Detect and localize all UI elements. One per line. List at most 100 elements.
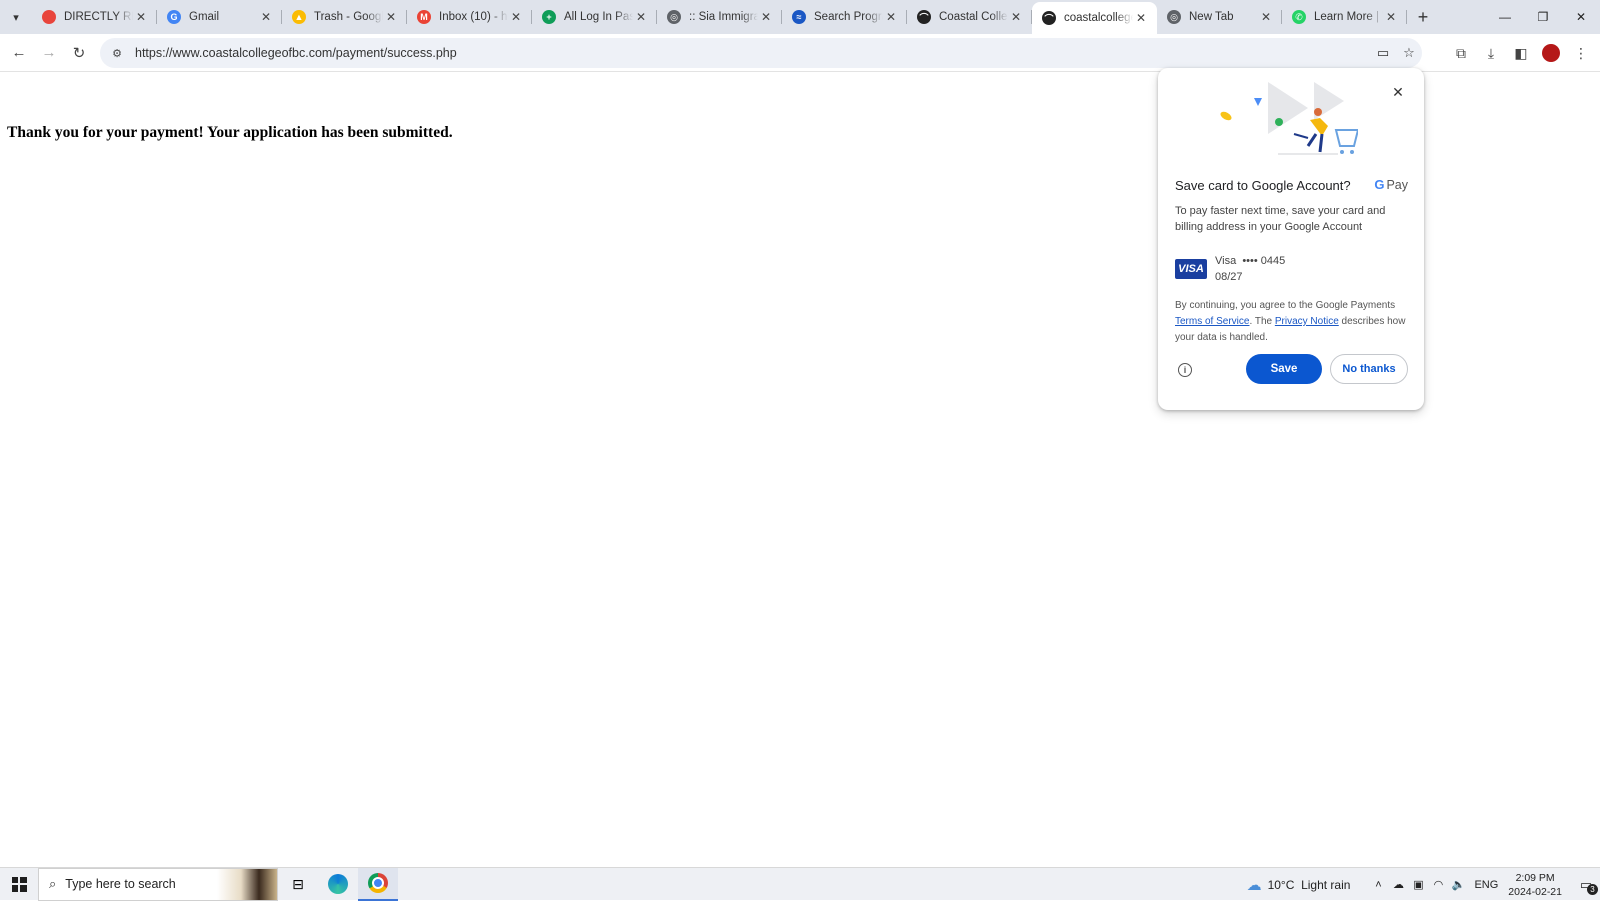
- dialog-title: Save card to Google Account?: [1175, 178, 1351, 193]
- clock-time: 2:09 PM: [1515, 871, 1555, 884]
- tab-title: Inbox (10) - hello: [439, 11, 508, 23]
- tab-favicon-icon: ◎: [1167, 10, 1181, 24]
- tab-favicon-icon: ≈: [792, 10, 806, 24]
- tab-title: Coastal College: [939, 11, 1008, 23]
- edge-app[interactable]: [318, 868, 358, 901]
- windows-taskbar: ⌕ Type here to search ⊟ ☁ 10°C Light rai…: [0, 867, 1600, 901]
- clock[interactable]: 2:09 PM 2024-02-21: [1508, 871, 1562, 899]
- onedrive-cloud-icon[interactable]: ☁: [1388, 878, 1408, 891]
- tab-10[interactable]: ✆ Learn More | WhatsApp✕: [1282, 0, 1407, 34]
- edge-icon: [328, 874, 348, 894]
- toolbar-actions: ⧉ ⤓ ◧ ⋮: [1446, 38, 1596, 68]
- tab-favicon-icon: [42, 10, 56, 24]
- tab-5[interactable]: ◎:: Sia Immigration✕: [657, 0, 782, 34]
- chrome-icon: [368, 873, 388, 893]
- shopping-illustration: [1220, 82, 1358, 155]
- tab-6[interactable]: ≈ Search Programs✕: [782, 0, 907, 34]
- tab-title: DIRECTLY REPRESENT: [64, 11, 133, 23]
- tab-close-icon[interactable]: ✕: [1008, 10, 1024, 24]
- extensions-puzzle-icon[interactable]: ⧉: [1446, 38, 1476, 68]
- start-button[interactable]: [0, 868, 38, 901]
- save-button[interactable]: Save: [1246, 354, 1322, 384]
- reload-icon[interactable]: ↻: [64, 38, 94, 68]
- tab-close-icon[interactable]: ✕: [1258, 10, 1274, 24]
- download-icon[interactable]: ⤓: [1476, 38, 1506, 68]
- privacy-notice-link[interactable]: Privacy Notice: [1275, 316, 1339, 327]
- save-card-dialog: ✕ Save card to Google Account? G Pay To …: [1158, 68, 1424, 410]
- tab-close-icon[interactable]: ✕: [1133, 11, 1149, 25]
- volume-icon[interactable]: 🔈: [1448, 878, 1468, 891]
- tab-favicon-icon: G: [167, 10, 181, 24]
- tab-title: Gmail: [189, 11, 220, 23]
- no-thanks-button[interactable]: No thanks: [1330, 354, 1408, 384]
- windows-logo-icon: [11, 876, 27, 892]
- tab-title: New Tab: [1189, 11, 1234, 23]
- close-icon[interactable]: ✕: [1388, 82, 1408, 102]
- avatar[interactable]: [1542, 44, 1560, 62]
- tab-close-icon[interactable]: ✕: [508, 10, 524, 24]
- tab-9[interactable]: ◎ New Tab ✕: [1157, 0, 1282, 34]
- tab-search-chevron-icon[interactable]: ▾: [0, 0, 32, 34]
- tab-title: coastalcollegeofbc: [1064, 12, 1133, 24]
- tab-7[interactable]: ⌒ Coastal College✕: [907, 0, 1032, 34]
- taskbar-search[interactable]: ⌕ Type here to search: [38, 867, 278, 901]
- address-url[interactable]: https://www.coastalcollegeofbc.com/payme…: [135, 46, 1370, 60]
- notification-count: 3: [1587, 884, 1598, 895]
- tab-3[interactable]: M Inbox (10) - hello✕: [407, 0, 532, 34]
- card-info: Visa •••• 0445 08/27: [1215, 253, 1285, 285]
- card-expiry: 08/27: [1215, 271, 1243, 283]
- tab-4[interactable]: + All Log In Passwords✕: [532, 0, 657, 34]
- chevron-up-icon[interactable]: ˄: [1368, 879, 1388, 891]
- tab-close-icon[interactable]: ✕: [1383, 10, 1399, 24]
- side-panel-icon[interactable]: ◧: [1506, 38, 1536, 68]
- new-tab-plus-icon[interactable]: +: [1409, 3, 1437, 31]
- chrome-app[interactable]: [358, 867, 398, 901]
- minimize-icon[interactable]: —: [1486, 0, 1524, 34]
- forward-arrow-icon[interactable]: →: [34, 38, 64, 68]
- tab-favicon-icon: M: [417, 10, 431, 24]
- language-indicator[interactable]: ENG: [1474, 879, 1498, 891]
- tab-close-icon[interactable]: ✕: [383, 10, 399, 24]
- tab-close-icon[interactable]: ✕: [133, 10, 149, 24]
- card-summary: VISA Visa •••• 0445 08/27: [1175, 253, 1285, 285]
- terms-of-service-link[interactable]: Terms of Service: [1175, 316, 1249, 327]
- tab-close-icon[interactable]: ✕: [633, 10, 649, 24]
- card-name: Visa: [1215, 255, 1237, 267]
- site-settings-icon[interactable]: ⚙: [108, 44, 126, 62]
- tab-1[interactable]: G Gmail ✕: [157, 0, 282, 34]
- tab-favicon-icon: +: [542, 10, 556, 24]
- menu-kebab-icon[interactable]: ⋮: [1566, 38, 1596, 68]
- task-view-icon[interactable]: ⊟: [278, 868, 318, 901]
- tab-strip: ▾ DIRECTLY REPRESENT✕GGmail✕▲Trash - Goo…: [0, 0, 1600, 34]
- tab-close-icon[interactable]: ✕: [258, 10, 274, 24]
- tab-0[interactable]: DIRECTLY REPRESENT✕: [32, 0, 157, 34]
- tab-favicon-icon: ✆: [1292, 10, 1306, 24]
- tab-title: Learn More | WhatsApp: [1314, 11, 1383, 23]
- legal-middle: . The: [1249, 316, 1273, 327]
- search-placeholder[interactable]: Type here to search: [65, 877, 175, 891]
- tab-2[interactable]: ▲ Trash - Google Drive✕: [282, 0, 407, 34]
- search-highlight-image[interactable]: [217, 868, 277, 900]
- restore-icon[interactable]: ❐: [1524, 0, 1562, 34]
- tab-close-icon[interactable]: ✕: [883, 10, 899, 24]
- network-icon[interactable]: ◠: [1428, 878, 1448, 891]
- window-controls: — ❐ ✕: [1486, 0, 1600, 34]
- tab-title: Search Programs: [814, 11, 883, 23]
- window-close-icon[interactable]: ✕: [1562, 0, 1600, 34]
- bookmark-star-icon[interactable]: ☆: [1396, 40, 1422, 66]
- tab-close-icon[interactable]: ✕: [758, 10, 774, 24]
- address-bar[interactable]: ⚙ https://www.coastalcollegeofbc.com/pay…: [100, 38, 1422, 68]
- tab-list: DIRECTLY REPRESENT✕GGmail✕▲Trash - Googl…: [32, 0, 1407, 34]
- tab-8[interactable]: ⌒ coastalcollegeofbc✕: [1032, 2, 1157, 34]
- tab-title: All Log In Passwords: [564, 11, 633, 23]
- meet-now-icon[interactable]: ▣: [1408, 878, 1428, 891]
- info-icon[interactable]: i: [1178, 363, 1192, 377]
- back-arrow-icon[interactable]: ←: [4, 38, 34, 68]
- legal-text: By continuing, you agree to the Google P…: [1175, 298, 1411, 346]
- google-pay-logo: G Pay: [1374, 177, 1408, 192]
- card-number: •••• 0445: [1242, 255, 1286, 267]
- tab-title: :: Sia Immigration: [689, 11, 758, 23]
- card-icon[interactable]: ▭: [1370, 40, 1396, 66]
- weather-widget[interactable]: ☁ 10°C Light rain: [1247, 876, 1351, 894]
- notification-center-icon[interactable]: ▭ 3: [1572, 868, 1600, 901]
